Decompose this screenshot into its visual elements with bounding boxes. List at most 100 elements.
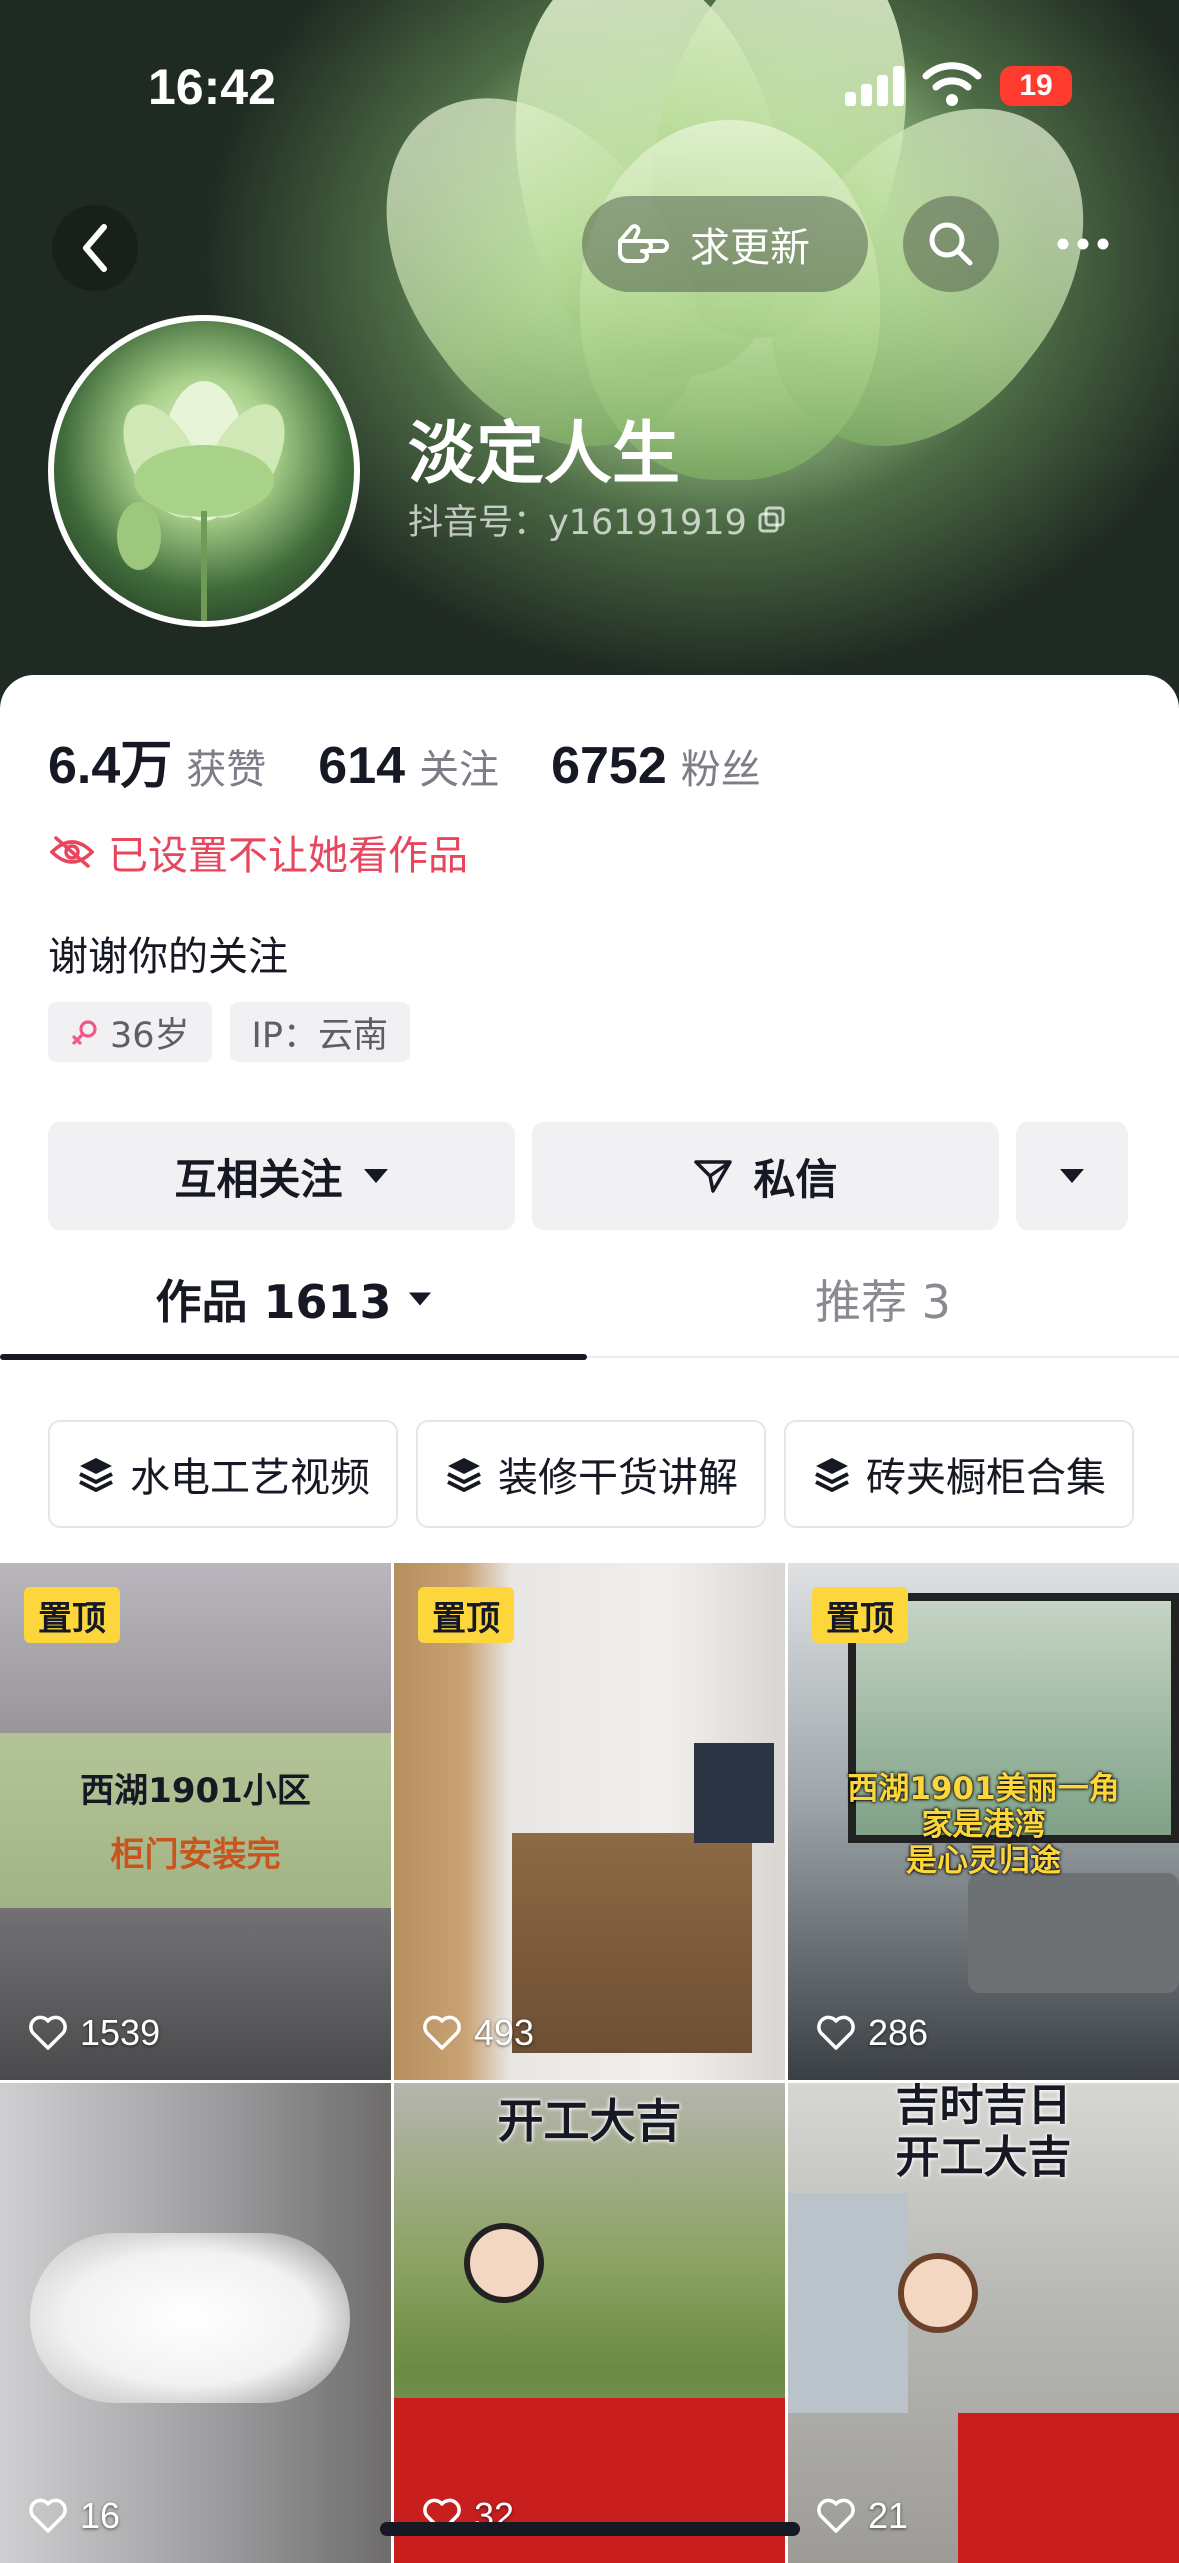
wifi-icon xyxy=(922,62,982,106)
stat-followers-value: 6752 xyxy=(551,737,667,795)
tv-cabinet-shape xyxy=(512,1833,752,2053)
mutual-follow-label: 互相关注 xyxy=(174,1154,343,1204)
battery-indicator: 19 xyxy=(1000,66,1072,106)
heart-icon xyxy=(817,2015,855,2050)
stat-following[interactable]: 614 关注 xyxy=(318,736,499,796)
back-button[interactable] xyxy=(52,205,138,291)
window-shape xyxy=(788,2193,908,2413)
like-count-value: 21 xyxy=(868,2495,909,2536)
tab-works[interactable]: 作品 1613 xyxy=(0,1240,587,1360)
video-tile[interactable]: 吉时吉日 开工大吉 21 xyxy=(788,2083,1179,2563)
video-tile[interactable]: 置顶 493 xyxy=(394,1563,785,2080)
search-button[interactable] xyxy=(903,196,999,292)
profile-tags: 36岁 IP：云南 xyxy=(48,1002,410,1062)
heart-icon xyxy=(29,2498,67,2533)
video-caption: 开工大吉 xyxy=(497,2094,682,2148)
collection-chip[interactable]: 砖夹橱柜合集 xyxy=(784,1420,1134,1528)
tag-ip: IP：云南 xyxy=(229,1002,410,1062)
like-count-value: 493 xyxy=(474,2012,535,2053)
pointing-hand-icon xyxy=(618,224,669,263)
collections-row: 水电工艺视频 装修干货讲解 砖夹橱柜合集 xyxy=(48,1420,1134,1528)
stat-likes[interactable]: 6.4万 获赞 xyxy=(48,723,266,798)
like-count: 16 xyxy=(28,2495,120,2537)
request-update-label: 求更新 xyxy=(690,225,810,271)
douyin-id[interactable]: 抖音号：y16191919 xyxy=(408,494,787,545)
profile-bio: 谢谢你的关注 xyxy=(48,934,288,980)
like-count-value: 286 xyxy=(868,2012,929,2053)
tag-age-text: 36岁 xyxy=(110,1015,190,1056)
pinned-badge: 置顶 xyxy=(418,1587,514,1643)
cartoon-figure-shape xyxy=(898,2253,978,2333)
caption-overlay xyxy=(0,1733,391,1908)
caret-down-icon xyxy=(363,1169,388,1183)
cartoon-figure-shape xyxy=(464,2223,544,2303)
like-count: 286 xyxy=(816,2012,928,2054)
search-icon xyxy=(929,222,973,266)
profile-stats: 6.4万 获赞 614 关注 6752 粉丝 xyxy=(48,723,813,798)
stat-likes-value: 6.4万 xyxy=(48,737,173,795)
request-update-button[interactable]: 求更新 xyxy=(582,196,868,292)
like-count: 1539 xyxy=(28,2012,160,2054)
heart-icon xyxy=(817,2498,855,2533)
tab-recommend[interactable]: 推荐 3 xyxy=(587,1240,1179,1358)
avatar[interactable] xyxy=(48,315,360,627)
stat-following-value: 614 xyxy=(318,737,406,795)
more-button[interactable] xyxy=(1035,196,1131,292)
smoke-shape xyxy=(30,2233,350,2403)
like-count: 493 xyxy=(422,2012,534,2054)
eye-hidden-icon xyxy=(49,836,95,868)
like-count: 21 xyxy=(816,2495,908,2537)
chevron-left-icon xyxy=(83,224,107,272)
video-tile[interactable]: 置顶 西湖1901小区 柜门安装完 1539 xyxy=(0,1563,391,2080)
profile-actions: 互相关注 私信 xyxy=(48,1122,1128,1230)
sofa-shape xyxy=(968,1873,1179,1993)
restriction-text: 已设置不让她看作品 xyxy=(108,833,468,879)
collection-label: 装修干货讲解 xyxy=(498,1455,738,1501)
layers-icon xyxy=(79,1458,113,1492)
layers-icon xyxy=(815,1458,849,1492)
content-tabs: 作品 1613 推荐 3 xyxy=(0,1240,1179,1360)
status-bar: 16:42 19 xyxy=(0,0,1179,170)
video-tile[interactable]: 16 xyxy=(0,2083,391,2563)
restriction-notice[interactable]: 已设置不让她看作品 xyxy=(48,823,468,881)
message-button[interactable]: 私信 xyxy=(532,1122,999,1230)
status-time: 16:42 xyxy=(148,59,276,115)
heart-icon xyxy=(423,2015,461,2050)
like-count-value: 16 xyxy=(80,2495,121,2536)
home-indicator[interactable] xyxy=(380,2522,800,2536)
lotus-avatar-image xyxy=(117,381,285,621)
stat-likes-label: 获赞 xyxy=(186,747,267,793)
cellular-signal-icon xyxy=(845,64,905,106)
heart-icon xyxy=(29,2015,67,2050)
tab-recommend-label: 推荐 3 xyxy=(815,1275,951,1329)
video-tile[interactable]: 置顶 西湖1901美丽一角 家是港湾 是心灵归途 286 xyxy=(788,1563,1179,2080)
tab-works-label: 作品 1613 xyxy=(155,1275,392,1329)
more-actions-dropdown[interactable] xyxy=(1016,1122,1128,1230)
video-caption: 柜门安装完 xyxy=(110,1835,281,1875)
layers-icon xyxy=(447,1458,481,1492)
mutual-follow-button[interactable]: 互相关注 xyxy=(48,1122,515,1230)
red-table-shape xyxy=(958,2413,1179,2563)
video-caption: 西湖1901小区 xyxy=(80,1771,311,1811)
profile-name: 淡定人生 xyxy=(408,415,681,494)
stat-following-label: 关注 xyxy=(419,747,500,793)
video-tile[interactable]: 开工大吉 32 xyxy=(394,2083,785,2563)
collection-chip[interactable]: 装修干货讲解 xyxy=(416,1420,766,1528)
female-gender-icon xyxy=(72,1020,97,1045)
red-table-shape xyxy=(394,2398,785,2563)
video-caption: 开工大吉 xyxy=(895,2132,1072,2183)
caret-down-icon xyxy=(408,1292,431,1306)
tag-age: 36岁 xyxy=(48,1002,212,1062)
collection-label: 砖夹橱柜合集 xyxy=(866,1455,1106,1501)
tv-shape xyxy=(694,1743,774,1843)
message-label: 私信 xyxy=(753,1154,838,1204)
copy-icon[interactable] xyxy=(757,505,787,535)
pinned-badge: 置顶 xyxy=(812,1587,908,1643)
active-tab-indicator xyxy=(0,1354,587,1360)
like-count-value: 1539 xyxy=(80,2012,161,2053)
stat-followers[interactable]: 6752 粉丝 xyxy=(551,736,761,796)
caret-down-icon xyxy=(1060,1169,1084,1183)
collection-label: 水电工艺视频 xyxy=(130,1455,370,1501)
send-icon xyxy=(694,1160,733,1193)
collection-chip[interactable]: 水电工艺视频 xyxy=(48,1420,398,1528)
